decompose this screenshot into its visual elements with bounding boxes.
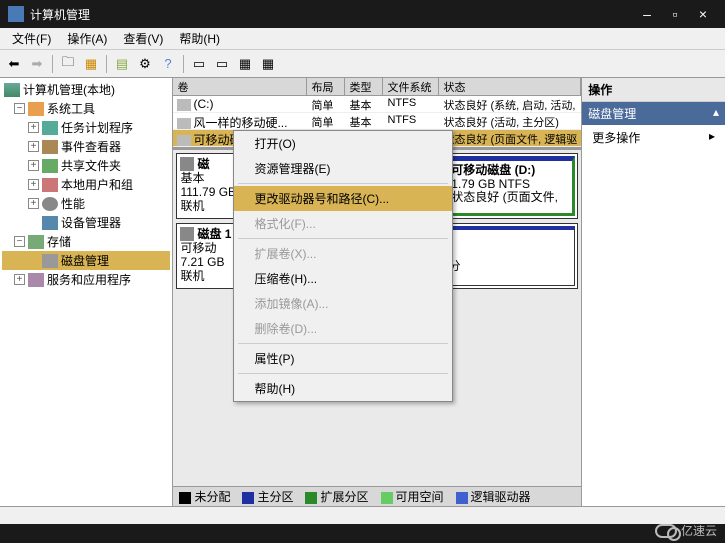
- volume-header: 卷 布局 类型 文件系统 状态: [173, 78, 581, 96]
- tree-dev[interactable]: 设备管理器: [2, 213, 170, 232]
- volume-row[interactable]: (C:) 简单基本 NTFS状态良好 (系统, 启动, 活动,: [173, 96, 581, 113]
- partition-selected[interactable]: 可移动磁盘 (D:)1.79 GB NTFS状态良好 (页面文件,: [445, 156, 575, 216]
- props-icon[interactable]: ▦: [81, 54, 101, 74]
- layout3-icon[interactable]: ▦: [235, 54, 255, 74]
- center-pane: 卷 布局 类型 文件系统 状态 (C:) 简单基本 NTFS状态良好 (系统, …: [173, 78, 581, 506]
- ctx-help[interactable]: 帮助(H): [234, 376, 452, 401]
- status-bar: [0, 506, 725, 524]
- ctx-props[interactable]: 属性(P): [234, 346, 452, 371]
- col-type[interactable]: 类型: [345, 78, 383, 95]
- watermark-icon: [655, 524, 677, 538]
- tree-event[interactable]: +事件查看器: [2, 137, 170, 156]
- chevron-right-icon: ▸: [709, 129, 715, 146]
- tree-users[interactable]: +本地用户和组: [2, 175, 170, 194]
- watermark: 亿速云: [655, 522, 717, 539]
- forward-icon[interactable]: ➡: [27, 54, 47, 74]
- actions-header: 操作: [582, 78, 725, 102]
- tree-perf[interactable]: +性能: [2, 194, 170, 213]
- refresh-icon[interactable]: ⚙: [135, 54, 155, 74]
- menu-action[interactable]: 操作(A): [59, 28, 115, 49]
- ctx-explorer[interactable]: 资源管理器(E): [234, 156, 452, 181]
- menu-bar: 文件(F) 操作(A) 查看(V) 帮助(H): [0, 28, 725, 50]
- menu-view[interactable]: 查看(V): [115, 28, 171, 49]
- layout1-icon[interactable]: ▭: [189, 54, 209, 74]
- layout4-icon[interactable]: ▦: [258, 54, 278, 74]
- close-button[interactable]: ×: [689, 6, 717, 22]
- maximize-button[interactable]: ▫: [661, 6, 689, 22]
- swatch-unalloc: [179, 492, 191, 504]
- up-icon[interactable]: 🗀: [58, 54, 78, 74]
- layout2-icon[interactable]: ▭: [212, 54, 232, 74]
- ctx-change-drive[interactable]: 更改驱动器号和路径(C)...: [234, 186, 452, 211]
- col-fs[interactable]: 文件系统: [383, 78, 439, 95]
- ctx-open[interactable]: 打开(O): [234, 131, 452, 156]
- ctx-mirror[interactable]: 添加镜像(A)...: [234, 291, 452, 316]
- ctx-format[interactable]: 格式化(F)...: [234, 211, 452, 236]
- tree-share[interactable]: +共享文件夹: [2, 156, 170, 175]
- ctx-extend[interactable]: 扩展卷(X)...: [234, 241, 452, 266]
- view1-icon[interactable]: ▤: [112, 54, 132, 74]
- tree-services[interactable]: +服务和应用程序: [2, 270, 170, 289]
- tree-task[interactable]: +任务计划程序: [2, 118, 170, 137]
- menu-file[interactable]: 文件(F): [4, 28, 59, 49]
- context-menu: 打开(O) 资源管理器(E) 更改驱动器号和路径(C)... 格式化(F)...…: [233, 130, 453, 402]
- ctx-shrink[interactable]: 压缩卷(H)...: [234, 266, 452, 291]
- ctx-delete[interactable]: 删除卷(D)...: [234, 316, 452, 341]
- volume-row[interactable]: 风一样的移动硬... 简单基本 NTFS状态良好 (活动, 主分区): [173, 113, 581, 130]
- actions-pane: 操作 磁盘管理▴ 更多操作▸: [581, 78, 725, 506]
- col-volume[interactable]: 卷: [173, 78, 307, 95]
- col-status[interactable]: 状态: [439, 78, 581, 95]
- swatch-ext: [305, 492, 317, 504]
- nav-tree: 计算机管理(本地) −系统工具 +任务计划程序 +事件查看器 +共享文件夹 +本…: [0, 78, 173, 506]
- tree-root[interactable]: 计算机管理(本地): [2, 80, 170, 99]
- volume-icon: [177, 135, 191, 146]
- swatch-logical: [456, 492, 468, 504]
- window-title: 计算机管理: [30, 6, 90, 23]
- toolbar: ⬅ ➡ 🗀 ▦ ▤ ⚙ ? ▭ ▭ ▦ ▦: [0, 50, 725, 78]
- legend: 未分配 主分区 扩展分区 可用空间 逻辑驱动器: [173, 486, 581, 506]
- minimize-button[interactable]: –: [633, 6, 661, 22]
- menu-help[interactable]: 帮助(H): [171, 28, 228, 49]
- tree-storage[interactable]: −存储: [2, 232, 170, 251]
- disk-icon: [180, 157, 194, 171]
- tree-disk[interactable]: 磁盘管理: [2, 251, 170, 270]
- title-bar: 计算机管理 – ▫ ×: [0, 0, 725, 28]
- back-icon[interactable]: ⬅: [4, 54, 24, 74]
- help-icon[interactable]: ?: [158, 54, 178, 74]
- chevron-up-icon: ▴: [713, 105, 719, 122]
- disk-icon: [180, 227, 194, 241]
- volume-icon: [177, 118, 191, 129]
- col-layout[interactable]: 布局: [307, 78, 345, 95]
- volume-icon: [177, 99, 191, 111]
- actions-diskmgmt[interactable]: 磁盘管理▴: [582, 102, 725, 125]
- app-icon: [8, 6, 24, 22]
- tree-tools[interactable]: −系统工具: [2, 99, 170, 118]
- actions-more[interactable]: 更多操作▸: [582, 125, 725, 150]
- swatch-free: [381, 492, 393, 504]
- swatch-primary: [242, 492, 254, 504]
